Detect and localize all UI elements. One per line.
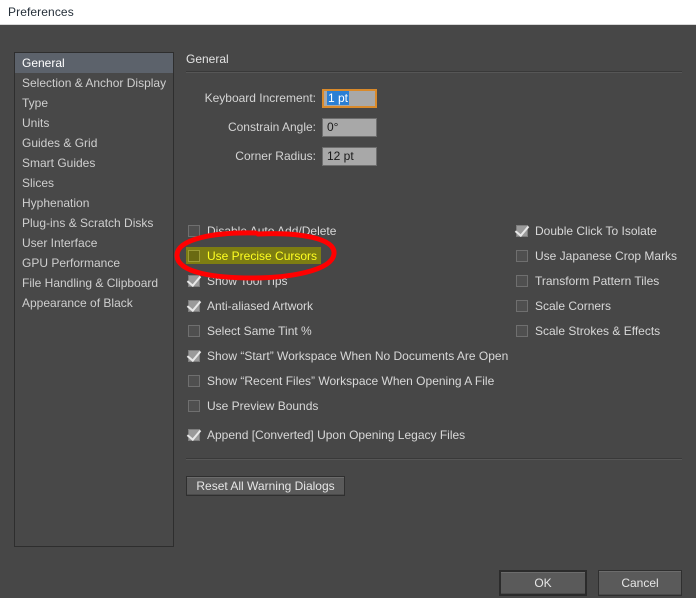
corner-radius-value: 12 pt [327,149,354,163]
preferences-dialog: General Selection & Anchor Display Type Uni… [0,25,696,598]
sidebar-item-label: Smart Guides [22,156,95,170]
sidebar-item-guides-grid[interactable]: Guides & Grid [15,133,173,153]
checkbox-label: Double Click To Isolate [535,224,657,238]
sidebar-item-label: Type [22,96,48,110]
checkbox-row-use-precise-cursors[interactable]: Use Precise Cursors [186,247,321,264]
sidebar-item-selection-anchor-display[interactable]: Selection & Anchor Display [15,73,173,93]
keyboard-increment-row: Keyboard Increment: 1 pt [186,88,377,108]
corner-radius-label: Corner Radius: [186,149,316,163]
checkbox-unchecked-icon[interactable] [516,250,528,262]
corner-radius-row: Corner Radius: 12 pt [186,146,377,166]
checkbox-row-disable-auto-add-delete[interactable]: Disable Auto Add/Delete [188,222,336,240]
checkbox-label: Show “Start” Workspace When No Documents… [207,349,508,363]
divider-bottom [186,458,682,460]
preferences-pane-general: General Keyboard Increment: 1 pt Constra… [186,52,682,547]
sidebar-item-label: File Handling & Clipboard [22,276,158,290]
checkbox-label: Select Same Tint % [207,324,312,338]
sidebar-item-label: Units [22,116,49,130]
checkbox-row-anti-aliased-artwork[interactable]: Anti-aliased Artwork [188,297,313,315]
constrain-angle-label: Constrain Angle: [186,120,316,134]
checkbox-row-show-recent-files-workspace-when-opening-a-file[interactable]: Show “Recent Files” Workspace When Openi… [188,372,494,390]
window-titlebar: Preferences [0,0,696,25]
sidebar-item-units[interactable]: Units [15,113,173,133]
sidebar-item-appearance-of-black[interactable]: Appearance of Black [15,293,173,313]
checkbox-checked-icon[interactable] [188,300,200,312]
sidebar-item-label: Selection & Anchor Display [22,76,166,90]
sidebar-item-user-interface[interactable]: User Interface [15,233,173,253]
checkbox-label: Scale Corners [535,299,611,313]
checkbox-label: Show Tool Tips [207,274,288,288]
sidebar-item-type[interactable]: Type [15,93,173,113]
checkbox-unchecked-icon[interactable] [188,375,200,387]
keyboard-increment-label: Keyboard Increment: [186,91,316,105]
checkbox-label: Scale Strokes & Effects [535,324,660,338]
checkbox-checked-icon[interactable] [188,275,200,287]
page-title: General [186,52,229,66]
checkbox-label: Show “Recent Files” Workspace When Openi… [207,374,494,388]
sidebar-item-label: Slices [22,176,54,190]
checkbox-row-append-converted-upon-opening-legacy-files[interactable]: Append [Converted] Upon Opening Legacy F… [188,426,465,444]
checkbox-label: Append [Converted] Upon Opening Legacy F… [207,428,465,442]
checkbox-unchecked-icon[interactable] [188,225,200,237]
sidebar-item-label: Guides & Grid [22,136,97,150]
constrain-angle-value: 0° [327,120,338,134]
sidebar-item-label: Appearance of Black [22,296,133,310]
checkbox-unchecked-icon[interactable] [516,300,528,312]
checkbox-row-show-start-workspace-when-no-documents-are-open[interactable]: Show “Start” Workspace When No Documents… [188,347,508,365]
checkbox-unchecked-icon[interactable] [188,325,200,337]
constrain-angle-input[interactable]: 0° [322,118,377,137]
checkbox-row-transform-pattern-tiles[interactable]: Transform Pattern Tiles [516,272,659,290]
reset-all-warning-dialogs-button[interactable]: Reset All Warning Dialogs [186,476,345,496]
checkbox-row-use-preview-bounds[interactable]: Use Preview Bounds [188,397,318,415]
checkbox-label: Anti-aliased Artwork [207,299,313,313]
checkbox-unchecked-icon[interactable] [516,325,528,337]
checkbox-unchecked-icon[interactable] [188,250,200,262]
checkbox-checked-icon[interactable] [516,225,528,237]
sidebar-item-file-handling-clipboard[interactable]: File Handling & Clipboard [15,273,173,293]
checkbox-label: Transform Pattern Tiles [535,274,659,288]
ok-button[interactable]: OK [499,570,587,596]
checkbox-row-select-same-tint[interactable]: Select Same Tint % [188,322,312,340]
checkbox-row-use-japanese-crop-marks[interactable]: Use Japanese Crop Marks [516,247,677,265]
corner-radius-input[interactable]: 12 pt [322,147,377,166]
sidebar-item-gpu-performance[interactable]: GPU Performance [15,253,173,273]
sidebar-item-hyphenation[interactable]: Hyphenation [15,193,173,213]
checkbox-row-scale-corners[interactable]: Scale Corners [516,297,611,315]
checkbox-unchecked-icon[interactable] [516,275,528,287]
keyboard-increment-input[interactable]: 1 pt [322,89,377,108]
preferences-category-list[interactable]: General Selection & Anchor Display Type Uni… [14,52,174,547]
constrain-angle-row: Constrain Angle: 0° [186,117,377,137]
checkbox-checked-icon[interactable] [188,429,200,441]
cancel-button[interactable]: Cancel [598,570,682,596]
sidebar-item-label: Plug-ins & Scratch Disks [22,216,153,230]
sidebar-item-slices[interactable]: Slices [15,173,173,193]
checkbox-unchecked-icon[interactable] [188,400,200,412]
checkbox-row-show-tool-tips[interactable]: Show Tool Tips [188,272,288,290]
checkbox-row-double-click-to-isolate[interactable]: Double Click To Isolate [516,222,657,240]
checkbox-row-scale-strokes-effects[interactable]: Scale Strokes & Effects [516,322,660,340]
window-title: Preferences [8,5,74,19]
sidebar-item-label: GPU Performance [22,256,120,270]
sidebar-item-label: User Interface [22,236,97,250]
sidebar-item-label: General [22,56,65,70]
sidebar-item-label: Hyphenation [22,196,89,210]
sidebar-item-smart-guides[interactable]: Smart Guides [15,153,173,173]
checkbox-label: Use Japanese Crop Marks [535,249,677,263]
checkbox-label: Use Preview Bounds [207,399,318,413]
sidebar-item-general[interactable]: General [15,53,173,73]
keyboard-increment-value: 1 pt [327,91,349,105]
sidebar-item-plug-ins-scratch-disks[interactable]: Plug-ins & Scratch Disks [15,213,173,233]
checkbox-label: Disable Auto Add/Delete [207,224,336,238]
checkbox-checked-icon[interactable] [188,350,200,362]
divider-top [186,71,682,73]
checkbox-label: Use Precise Cursors [207,249,317,263]
